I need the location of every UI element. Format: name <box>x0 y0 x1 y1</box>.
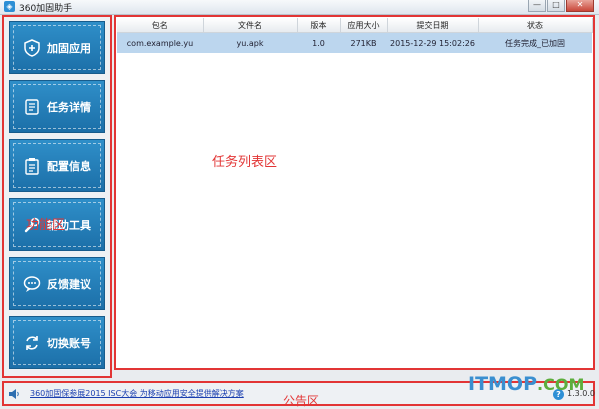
cell-version: 1.0 <box>297 32 340 53</box>
column-header-size[interactable]: 应用大小 <box>340 18 388 33</box>
watermark-suffix: .COM <box>537 375 585 394</box>
column-header-filename[interactable]: 文件名 <box>203 18 298 33</box>
announcement-link[interactable]: 360加固保参展2015 ISC大会 为移动应用安全提供解决方案 <box>30 388 244 399</box>
minimize-button[interactable]: — <box>528 0 546 12</box>
menu-label: 辅助工具 <box>47 218 91 232</box>
table-header-row: 包名 文件名 版本 应用大小 提交日期 状态 <box>117 18 593 33</box>
shield-plus-icon <box>23 38 41 57</box>
cell-size: 271KB <box>340 32 387 53</box>
cell-package: com.example.yu <box>117 32 203 53</box>
column-header-version[interactable]: 版本 <box>297 18 341 33</box>
column-header-package[interactable]: 包名 <box>117 18 204 33</box>
switch-account-icon <box>23 334 41 352</box>
window-controls: — □ ✕ <box>527 0 594 12</box>
menu-label: 反馈建议 <box>47 277 91 291</box>
watermark-logo: ITMOP.COM <box>468 373 584 395</box>
wrench-icon <box>23 216 41 234</box>
menu-button-harden-app[interactable]: 加固应用 <box>9 21 105 74</box>
cell-date: 2015-12-29 15:02:26 <box>387 32 478 53</box>
watermark-main: ITMOP <box>468 373 538 395</box>
menu-button-feedback[interactable]: 反馈建议 <box>9 257 105 310</box>
menu-button-task-details[interactable]: 任务详情 <box>9 80 105 133</box>
menu-label: 切换账号 <box>47 336 91 350</box>
cell-filename: yu.apk <box>203 32 297 53</box>
menu-label: 加固应用 <box>47 41 91 55</box>
notice-area-label: 公告区 <box>283 394 320 408</box>
function-area: 加固应用 任务详情 配置信息 辅助工具 反馈建议 切换账号 功能区 <box>2 15 112 378</box>
column-header-status[interactable]: 状态 <box>478 18 593 33</box>
menu-button-config-info[interactable]: 配置信息 <box>9 139 105 192</box>
menu-label: 任务详情 <box>47 100 91 114</box>
chat-bubble-icon <box>23 275 41 293</box>
app-shield-icon: ◈ <box>4 1 15 12</box>
task-list-area-label: 任务列表区 <box>212 155 278 170</box>
menu-button-aux-tools[interactable]: 辅助工具 <box>9 198 105 251</box>
task-table: 包名 文件名 版本 应用大小 提交日期 状态 com.example.yu yu… <box>117 18 593 53</box>
task-list-area: 包名 文件名 版本 应用大小 提交日期 状态 com.example.yu yu… <box>114 15 595 370</box>
close-button[interactable]: ✕ <box>566 0 594 12</box>
restore-button[interactable]: □ <box>547 0 565 12</box>
cell-status: 任务完成_已加固 <box>478 32 592 53</box>
scroll-icon <box>23 98 41 116</box>
column-header-date[interactable]: 提交日期 <box>387 18 479 33</box>
clipboard-icon <box>23 157 41 175</box>
menu-button-switch-account[interactable]: 切换账号 <box>9 316 105 369</box>
table-row[interactable]: com.example.yu yu.apk 1.0 271KB 2015-12-… <box>117 32 592 53</box>
speaker-icon <box>8 388 20 400</box>
title-bar: ◈ 360加固助手 — □ ✕ <box>0 0 599 15</box>
menu-label: 配置信息 <box>47 159 91 173</box>
window-title: 360加固助手 <box>19 4 73 14</box>
